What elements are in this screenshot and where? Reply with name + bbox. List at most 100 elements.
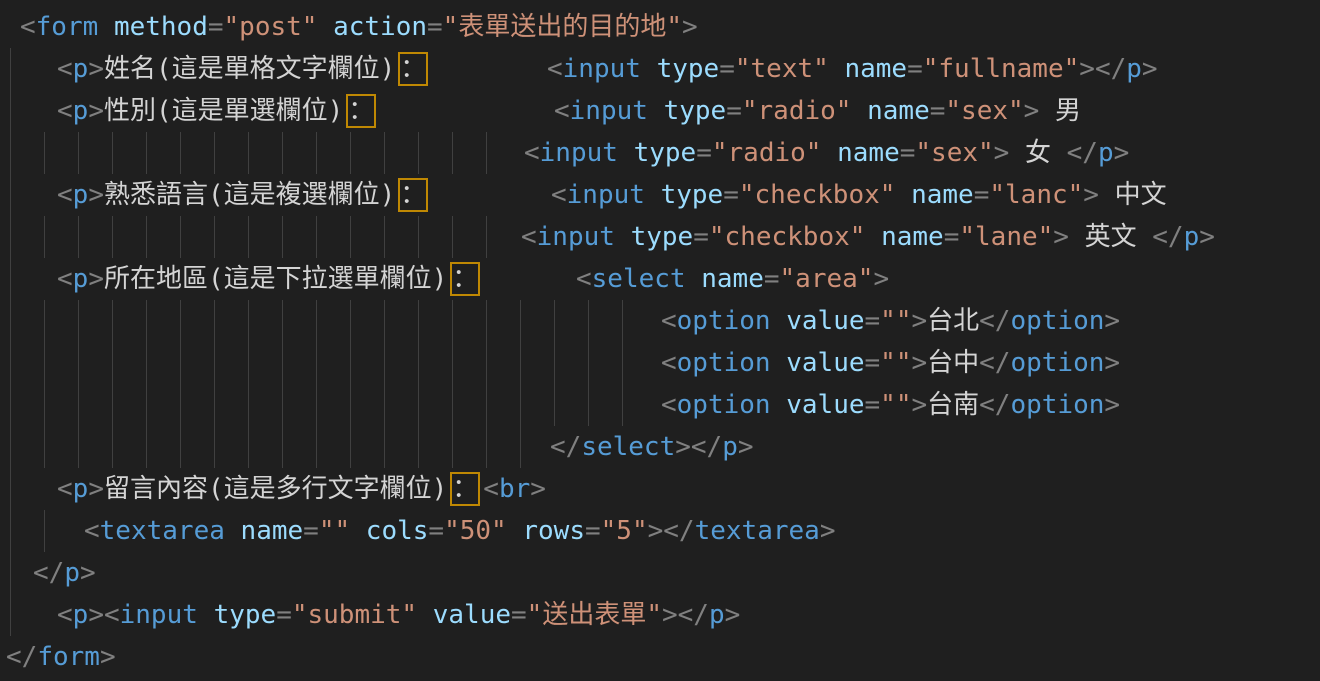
code-token: </ (979, 390, 1010, 420)
code-token: p (1126, 54, 1142, 84)
indent-guide (554, 300, 555, 342)
code-token: > (1024, 96, 1040, 126)
code-token: = (865, 348, 881, 378)
code-segment: <p>姓名(這是單格文字欄位)： (57, 48, 431, 90)
code-token: < (483, 474, 499, 504)
code-token: value (786, 390, 864, 420)
code-token: "" (880, 306, 911, 336)
indent-guide (418, 384, 419, 426)
code-token: p (73, 54, 89, 84)
code-line-11[interactable]: </select></p> (0, 426, 1320, 468)
indent-guide (316, 342, 317, 384)
code-token: name (911, 180, 974, 210)
indent-guide (112, 132, 113, 174)
code-line-2[interactable]: <p>姓名(這是單格文字欄位)：<input type="text" name=… (0, 48, 1320, 90)
code-line-8[interactable]: <option value="">台北</option> (0, 300, 1320, 342)
code-token: = (719, 54, 735, 84)
code-token: 留言內容(這是多行文字欄位) (104, 474, 447, 504)
indent-guide (452, 132, 453, 174)
code-token: = (208, 12, 224, 42)
code-token: = (726, 96, 742, 126)
code-token: > (88, 54, 104, 84)
indent-guide (180, 300, 181, 342)
indent-guide (214, 426, 215, 468)
code-line-13[interactable]: <textarea name="" cols="50" rows="5"></t… (0, 510, 1320, 552)
indent-guide (10, 258, 11, 300)
code-token: < (104, 600, 120, 630)
code-line-3[interactable]: <p>性別(這是單選欄位)：<input type="radio" name="… (0, 90, 1320, 132)
code-token: < (524, 138, 540, 168)
code-token: 性別(這是單選欄位) (104, 96, 343, 126)
code-segment: <p>留言內容(這是多行文字欄位)：<br> (57, 468, 546, 510)
indent-guide (350, 300, 351, 342)
indent-guide (146, 342, 147, 384)
code-token (615, 222, 631, 252)
code-line-4[interactable]: <input type="radio" name="sex"> 女 </p> (0, 132, 1320, 174)
code-token: option (677, 306, 771, 336)
indent-guide (282, 384, 283, 426)
indent-guide (78, 384, 79, 426)
code-line-10[interactable]: <option value="">台南</option> (0, 384, 1320, 426)
code-token: < (57, 600, 73, 630)
indent-guide (520, 384, 521, 426)
code-token: option (677, 348, 771, 378)
code-token (198, 600, 214, 630)
code-line-15[interactable]: <p><input type="submit" value="送出表單"></p… (0, 594, 1320, 636)
code-token (648, 96, 664, 126)
code-token: > (1142, 54, 1158, 84)
indent-guide (384, 132, 385, 174)
code-token: textarea (695, 516, 820, 546)
code-token: cols (366, 516, 429, 546)
code-token: < (57, 54, 73, 84)
indent-guide (146, 426, 147, 468)
code-line-5[interactable]: <p>熟悉語言(這是複選欄位)：<input type="checkbox" n… (0, 174, 1320, 216)
code-token: > (88, 96, 104, 126)
code-token: > (911, 348, 927, 378)
code-token: > (911, 306, 927, 336)
code-line-6[interactable]: <input type="checkbox" name="lane"> 英文 <… (0, 216, 1320, 258)
code-token: < (521, 222, 537, 252)
indent-guide (452, 384, 453, 426)
indent-guide (316, 132, 317, 174)
indent-guide (282, 426, 283, 468)
code-token: = (696, 138, 712, 168)
code-token: name (867, 96, 930, 126)
code-token (821, 138, 837, 168)
code-line-16[interactable]: </form> (0, 636, 1320, 678)
indent-guide (248, 216, 249, 258)
code-token: = (930, 96, 946, 126)
code-editor[interactable]: <form method="post" action="表單送出的目的地"><p… (0, 0, 1320, 681)
indent-guide (520, 300, 521, 342)
indent-guide (10, 468, 11, 510)
code-token: "fullname" (923, 54, 1080, 84)
code-line-7[interactable]: <p>所在地區(這是下拉選單欄位)：<select name="area"> (0, 258, 1320, 300)
unicode-highlight-box: ： (452, 264, 478, 294)
indent-guide (10, 426, 11, 468)
code-token: > (682, 12, 698, 42)
code-token: "5" (601, 516, 648, 546)
code-segment: <option value="">台南</option> (661, 384, 1120, 426)
code-token: name (241, 516, 304, 546)
code-token: p (722, 432, 738, 462)
code-line-1[interactable]: <form method="post" action="表單送出的目的地"> (0, 6, 1320, 48)
indent-guide (78, 132, 79, 174)
indent-guide (44, 384, 45, 426)
code-token: "" (319, 516, 350, 546)
code-token: p (1098, 138, 1114, 168)
code-line-14[interactable]: </p> (0, 552, 1320, 594)
indent-guide (282, 300, 283, 342)
code-token: 台北 (927, 306, 979, 336)
code-area[interactable]: <form method="post" action="表單送出的目的地"><p… (0, 6, 1320, 678)
code-token: p (73, 600, 89, 630)
code-segment: <form method="post" action="表單送出的目的地"> (20, 6, 698, 48)
indent-guide (10, 48, 11, 90)
code-token: "lane" (959, 222, 1053, 252)
code-token: > (1104, 306, 1120, 336)
code-token: > (88, 474, 104, 504)
indent-guide (180, 426, 181, 468)
code-line-9[interactable]: <option value="">台中</option> (0, 342, 1320, 384)
code-token: type (664, 96, 727, 126)
indent-guide (78, 216, 79, 258)
code-segment: <textarea name="" cols="50" rows="5"></t… (84, 510, 835, 552)
code-line-12[interactable]: <p>留言內容(這是多行文字欄位)：<br> (0, 468, 1320, 510)
